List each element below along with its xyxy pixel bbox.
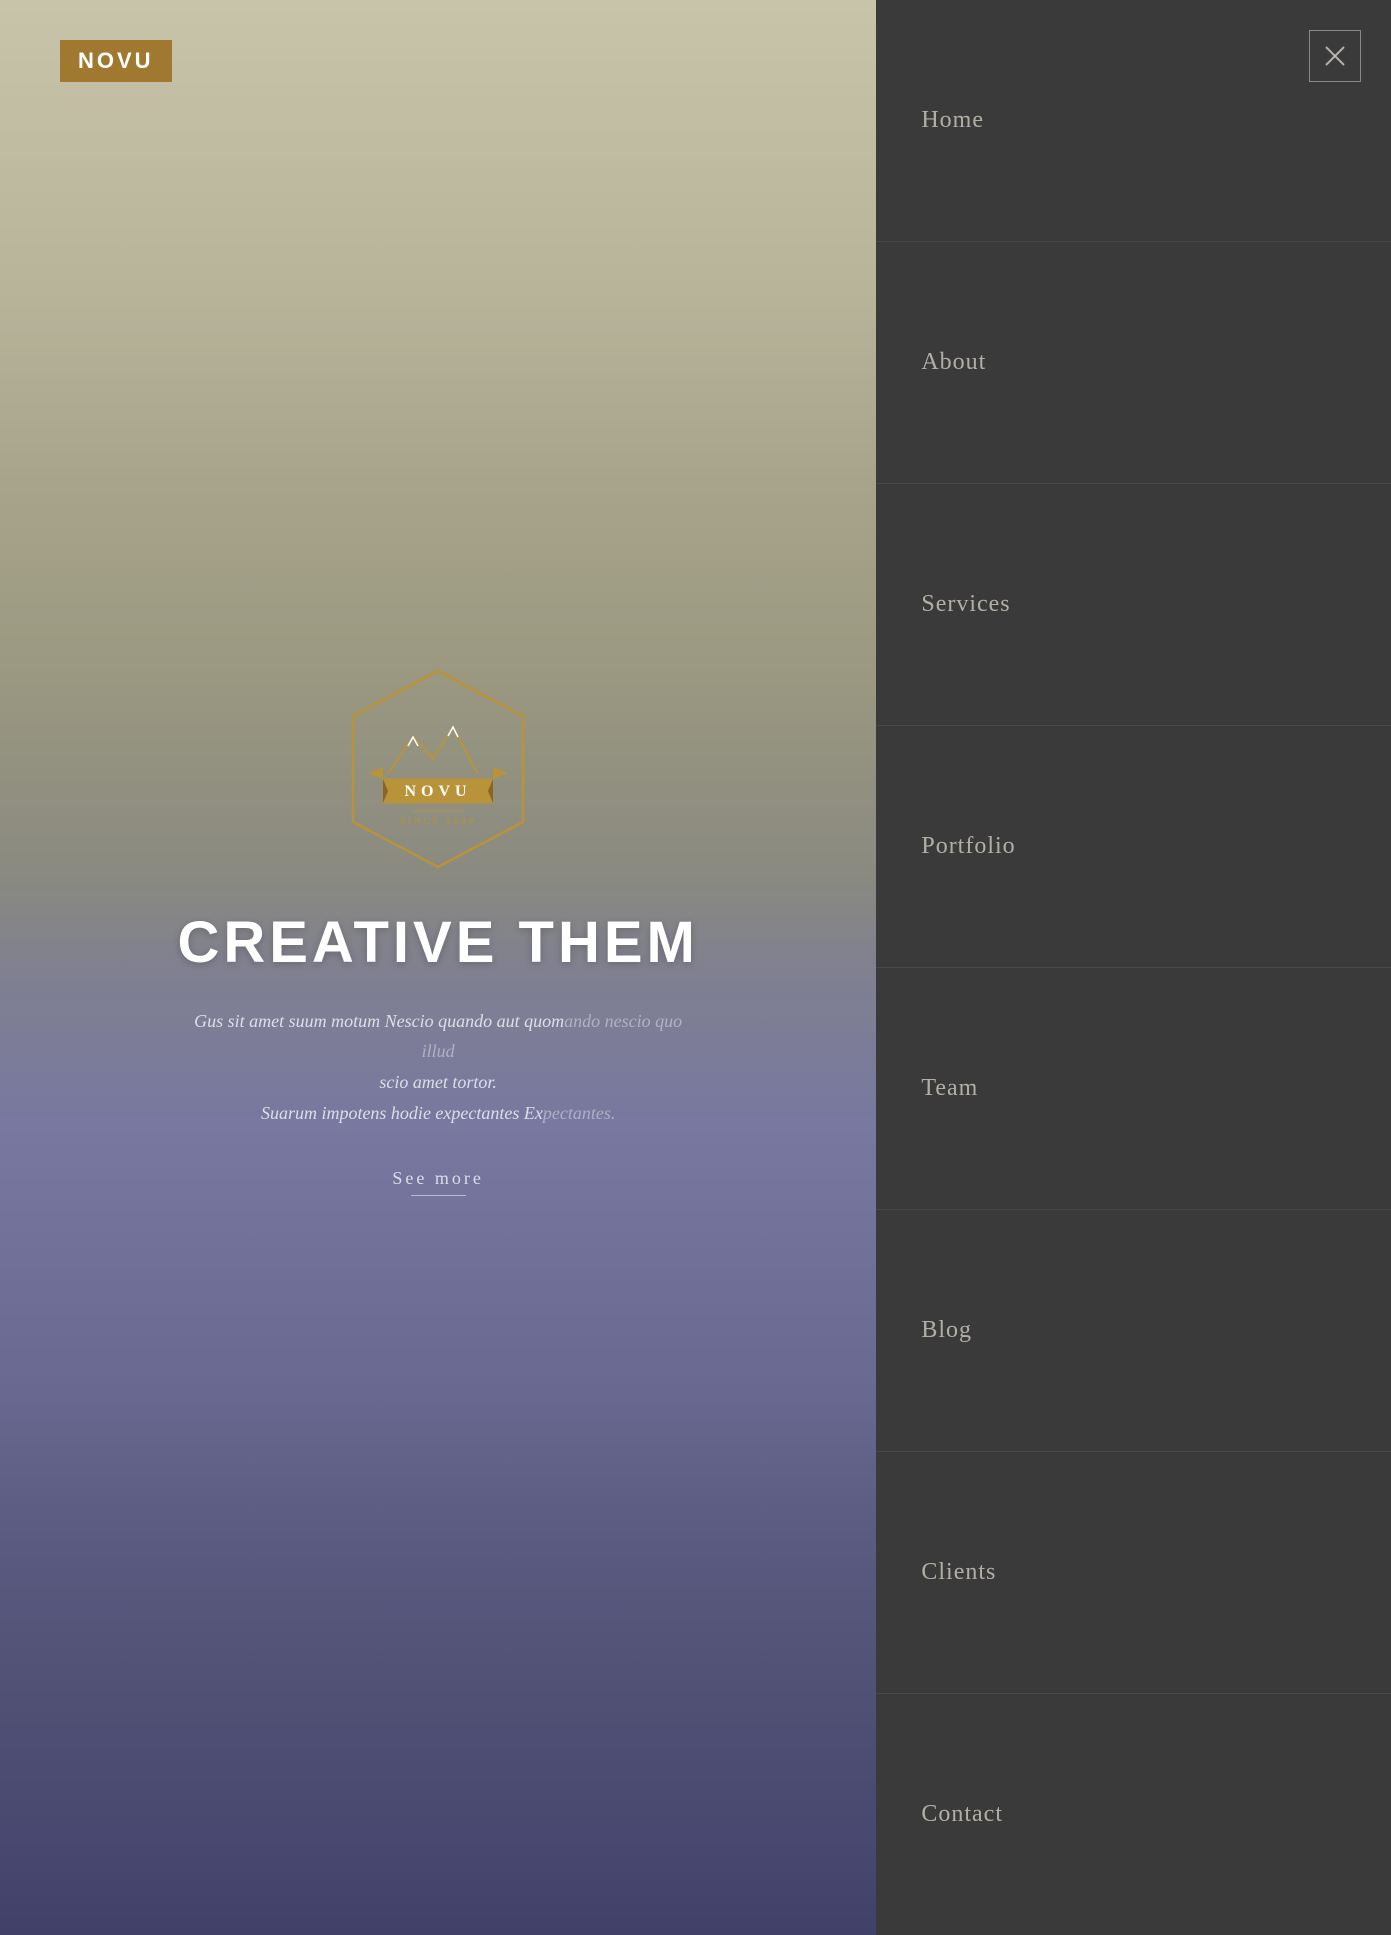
see-more-link[interactable]: See more — [392, 1168, 483, 1196]
see-more-wrap[interactable]: See more — [392, 1168, 483, 1196]
site-logo[interactable]: NOVU — [60, 40, 172, 82]
nav-item-clients[interactable]: Clients — [876, 1452, 1391, 1694]
nav-item-label-contact: Contact — [921, 1801, 1003, 1828]
nav-item-label-blog: Blog — [921, 1317, 972, 1344]
nav-item-contact[interactable]: Contact — [876, 1694, 1391, 1935]
nav-panel: Home About Services Portfolio Team Blog Client… — [876, 0, 1391, 1935]
hero-subtitle: Gus sit amet suum motum Nescio quando au… — [178, 1006, 698, 1128]
svg-text:NOVU: NOVU — [405, 783, 472, 800]
nav-item-services[interactable]: Services — [876, 484, 1391, 726]
close-icon — [1324, 45, 1346, 67]
nav-item-label-home: Home — [921, 107, 984, 134]
nav-item-about[interactable]: About — [876, 242, 1391, 484]
nav-items-list: Home About Services Portfolio Team Blog Client… — [876, 0, 1391, 1935]
close-menu-button[interactable] — [1309, 30, 1361, 82]
nav-item-label-about: About — [921, 349, 986, 376]
nav-item-label-clients: Clients — [921, 1559, 996, 1586]
nav-item-team[interactable]: Team — [876, 968, 1391, 1210]
nav-item-blog[interactable]: Blog — [876, 1210, 1391, 1452]
svg-text:SINCE 2009: SINCE 2009 — [400, 816, 476, 826]
hero-content: NOVU SINCE 2009 CREATIVE THEM Gus sit am… — [0, 0, 876, 1935]
nav-item-portfolio[interactable]: Portfolio — [876, 726, 1391, 968]
hero-title: CREATIVE THEM — [177, 909, 698, 976]
badge-logo: NOVU SINCE 2009 — [328, 659, 548, 879]
nav-item-label-portfolio: Portfolio — [921, 833, 1015, 860]
nav-item-label-team: Team — [921, 1075, 978, 1102]
nav-item-label-services: Services — [921, 591, 1010, 618]
logo-text: NOVU — [78, 48, 154, 73]
